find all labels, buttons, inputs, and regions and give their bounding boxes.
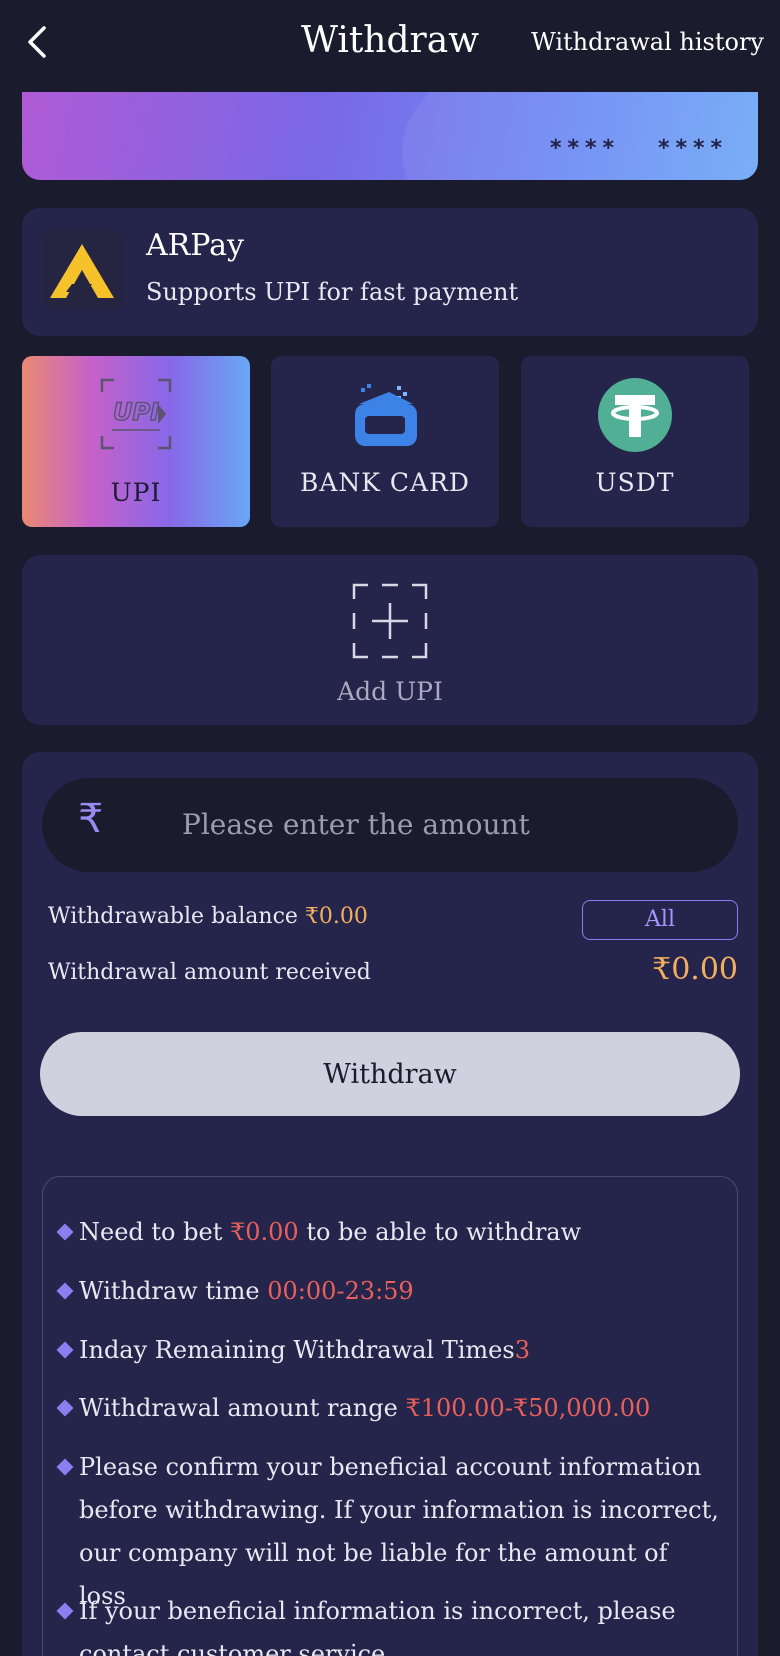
amount-field: ₹: [42, 778, 738, 872]
card-number-mask-1: ****: [550, 136, 621, 161]
withdrawable-balance-label: Withdrawable balance: [48, 904, 305, 929]
all-button[interactable]: All: [582, 900, 738, 940]
received-amount-label: Withdrawal amount received: [48, 960, 371, 985]
rule-item: Need to bet ₹0.00 to be able to withdraw: [56, 1211, 719, 1254]
method-tab-upi[interactable]: UPI UPI: [22, 356, 250, 527]
method-label-upi: UPI: [110, 478, 162, 507]
add-upi-label: Add UPI: [337, 677, 443, 706]
method-tab-usdt[interactable]: USDT: [521, 356, 749, 527]
add-upi-button[interactable]: Add UPI: [22, 555, 758, 725]
amount-input[interactable]: [182, 796, 702, 852]
bullet-icon: [56, 1341, 74, 1359]
withdraw-rules: Need to bet ₹0.00 to be able to withdraw…: [42, 1176, 738, 1656]
rule-item: Withdrawal amount range ₹100.00-₹50,000.…: [56, 1387, 719, 1430]
bank-card-icon: [355, 384, 417, 446]
provider-name: ARPay: [146, 228, 244, 263]
received-amount-value: ₹0.00: [652, 952, 738, 987]
header: Withdraw Withdrawal history: [0, 0, 780, 88]
rule-item: If your beneficial information is incorr…: [56, 1590, 719, 1656]
bullet-icon: [56, 1458, 74, 1476]
withdrawable-balance: Withdrawable balance ₹0.00: [48, 904, 368, 929]
arpay-logo-icon: [42, 230, 122, 310]
method-tab-bank-card[interactable]: BANK CARD: [271, 356, 499, 527]
withdraw-button[interactable]: Withdraw: [40, 1032, 740, 1116]
bullet-icon: [56, 1602, 74, 1620]
method-label-usdt: USDT: [595, 468, 675, 497]
upi-icon: UPI: [100, 378, 172, 450]
card-number-mask-2: ****: [658, 136, 729, 161]
provider-description: Supports UPI for fast payment: [146, 278, 519, 306]
rule-item: Inday Remaining Withdrawal Times3: [56, 1329, 719, 1372]
usdt-icon: [598, 378, 672, 452]
withdraw-panel: ₹ Withdrawable balance ₹0.00 All Withdra…: [22, 752, 758, 1656]
withdrawable-balance-value: ₹0.00: [304, 904, 368, 929]
withdrawal-history-link[interactable]: Withdrawal history: [531, 28, 764, 56]
bullet-icon: [56, 1282, 74, 1300]
rupee-icon: ₹: [78, 796, 104, 842]
bullet-icon: [56, 1223, 74, 1241]
payment-provider-card: ARPay Supports UPI for fast payment: [22, 208, 758, 336]
svg-text:UPI: UPI: [113, 398, 159, 426]
bullet-icon: [56, 1399, 74, 1417]
card-banner: **** ****: [22, 92, 758, 180]
method-label-bank-card: BANK CARD: [300, 468, 470, 497]
add-icon: [352, 583, 428, 659]
rule-item: Withdraw time 00:00-23:59: [56, 1270, 719, 1313]
